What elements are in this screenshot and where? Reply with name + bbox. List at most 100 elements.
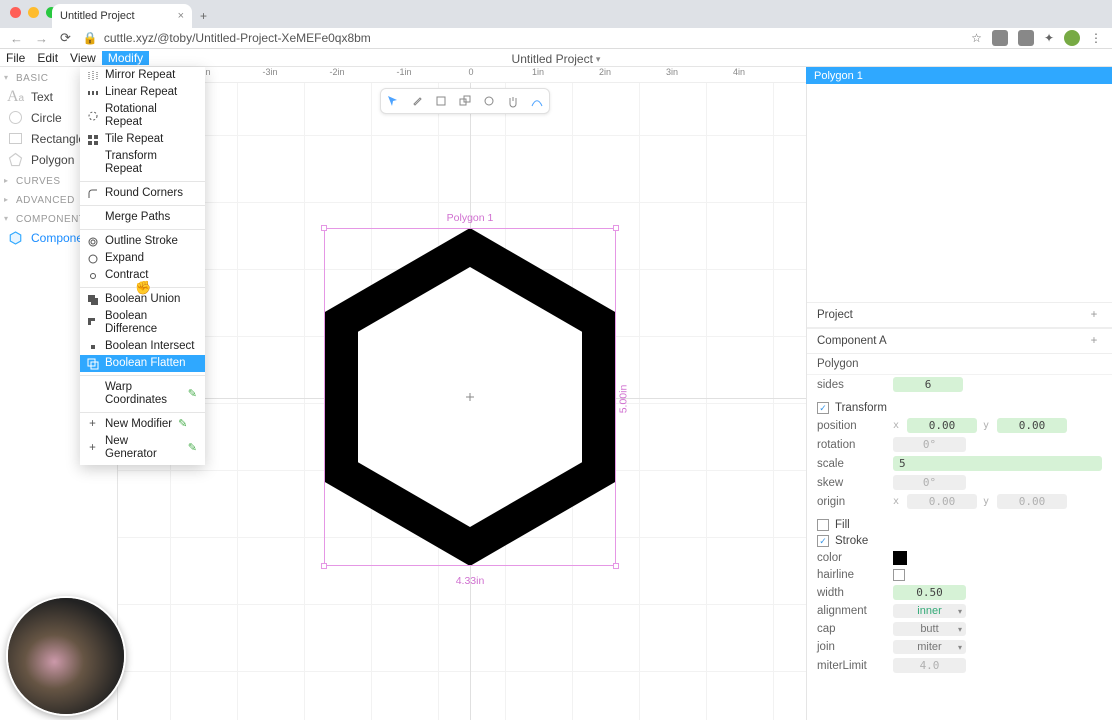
app-menubar: File Edit View Modify [0,49,1112,67]
mm-boolean-flatten[interactable]: Boolean Flatten [80,355,205,372]
new-tab-icon[interactable]: + [200,9,207,23]
browser-tab[interactable]: Untitled Project × [52,4,192,28]
prop-hairline: hairline [807,567,1112,583]
origin-marker [466,393,474,401]
mm-merge-paths[interactable]: Merge Paths [80,209,205,226]
input-origin-y[interactable]: 0.00 [997,494,1067,509]
color-swatch[interactable] [893,551,907,565]
url-text: cuttle.xyz/@toby/Untitled-Project-XeMEFe… [104,31,371,45]
address-bar[interactable]: 🔒 cuttle.xyz/@toby/Untitled-Project-XeME… [83,31,959,45]
mm-tile-repeat[interactable]: Tile Repeat [80,131,205,148]
star-icon[interactable]: ☆ [971,31,982,45]
reload-icon[interactable]: ⟳ [60,30,71,46]
selection[interactable]: Polygon 1 4.33in 5.00in [324,228,616,569]
mm-rotational-repeat[interactable]: Rotational Repeat [80,101,205,131]
select-join[interactable]: miter▾ [893,640,966,654]
menu-view[interactable]: View [64,51,102,65]
mm-outline-stroke[interactable]: Outline Stroke [80,233,205,250]
ruler-tick: 3in [666,67,678,77]
input-pos-x[interactable]: 0.00 [907,418,977,433]
mm-expand[interactable]: Expand [80,250,205,267]
prop-origin: origin x0.00 y0.00 [807,492,1112,511]
mm-boolean-intersect[interactable]: Boolean Intersect [80,338,205,355]
ruler-tick: 0 [468,67,473,77]
canvas-toolbar [380,88,550,114]
mm-transform-repeat[interactable]: Transform Repeat [80,148,205,178]
tool-select[interactable] [381,89,405,113]
puzzle-icon[interactable]: ✦ [1044,31,1054,45]
menu-file[interactable]: File [0,51,31,65]
prop-rotation: rotation 0° [807,435,1112,454]
tab-close-icon[interactable]: × [178,10,184,22]
kebab-icon[interactable]: ⋮ [1090,31,1102,45]
ext-icon-2[interactable] [1018,30,1034,46]
insp-shape-name: Polygon [807,354,1112,375]
prop-scale: scale 5 [807,454,1112,473]
input-skew[interactable]: 0° [893,475,966,490]
prop-miterlimit: miterLimit 4.0 [807,656,1112,675]
bbox-handle-br[interactable] [613,563,619,569]
checkbox-stroke[interactable] [817,535,829,547]
prop-stroke: Stroke [807,533,1112,549]
bbox-handle-tl[interactable] [321,225,327,231]
mm-mirror-repeat[interactable]: Mirror Repeat [80,67,205,84]
chevron-down-icon: ▾ [958,643,962,652]
tool-guides[interactable] [525,89,549,113]
mm-warp-coordinates[interactable]: Warp Coordinates ✎ [80,379,205,409]
input-rotation[interactable]: 0° [893,437,966,452]
tool-hand[interactable] [501,89,525,113]
window-controls[interactable] [10,7,57,18]
plus-icon[interactable]: + [1086,333,1102,349]
dim-height: 5.00in [618,384,630,413]
bbox-handle-tr[interactable] [613,225,619,231]
input-origin-x[interactable]: 0.00 [907,494,977,509]
input-scale[interactable]: 5 [893,456,1102,471]
pencil-icon: ✎ [188,442,197,455]
input-stroke-width[interactable]: 0.50 [893,585,966,600]
browser-chrome: Untitled Project × + ← → ⟳ 🔒 cuttle.xyz/… [0,0,1112,49]
plus-icon[interactable]: + [1086,307,1102,323]
menu-edit[interactable]: Edit [31,51,64,65]
ruler-tick: -1in [396,67,411,77]
select-alignment[interactable]: inner▾ [893,604,966,618]
prop-join: join miter▾ [807,638,1112,656]
input-pos-y[interactable]: 0.00 [997,418,1067,433]
checkbox-fill[interactable] [817,519,829,531]
mm-linear-repeat[interactable]: Linear Repeat [80,84,205,101]
ruler-tick: 4in [733,67,745,77]
insp-component-header[interactable]: Component A+ [807,328,1112,354]
window-min-dot[interactable] [28,7,39,18]
bbox-handle-bl[interactable] [321,563,327,569]
ext-icon-1[interactable] [992,30,1008,46]
mm-round-corners[interactable]: Round Corners [80,185,205,202]
prop-color: color [807,549,1112,567]
tool-anchor[interactable] [429,89,453,113]
tool-pen[interactable] [405,89,429,113]
selection-breadcrumb[interactable]: Polygon 1 [806,67,1112,84]
selection-label: Polygon 1 [447,212,494,224]
nav-back-icon[interactable]: ← [10,31,23,46]
input-sides[interactable]: 6 [893,377,963,392]
profile-avatar[interactable] [1064,30,1080,46]
ruler-tick: 2in [599,67,611,77]
prop-position: position x0.00 y0.00 [807,416,1112,435]
checkbox-transform[interactable] [817,402,829,414]
select-cap[interactable]: butt▾ [893,622,966,636]
tool-scale[interactable] [453,89,477,113]
address-bar-row: ← → ⟳ 🔒 cuttle.xyz/@toby/Untitled-Projec… [0,28,1112,49]
mm-new-modifier[interactable]: +New Modifier ✎ [80,416,205,433]
mm-new-generator[interactable]: +New Generator ✎ [80,433,205,463]
prop-skew: skew 0° [807,473,1112,492]
tab-title: Untitled Project [60,10,135,22]
nav-fwd-icon: → [35,31,48,46]
canvas[interactable]: Polygon 1 4.33in 5.00in [118,83,806,720]
insp-project-header[interactable]: Project+ [807,302,1112,328]
prop-width: width 0.50 [807,583,1112,602]
pencil-icon: ✎ [188,388,197,401]
menu-modify[interactable]: Modify [102,51,149,65]
checkbox-hairline[interactable] [893,569,905,581]
window-close-dot[interactable] [10,7,21,18]
mm-boolean-difference[interactable]: Boolean Difference [80,308,205,338]
input-miterlimit[interactable]: 4.0 [893,658,966,673]
tool-rotate[interactable] [477,89,501,113]
